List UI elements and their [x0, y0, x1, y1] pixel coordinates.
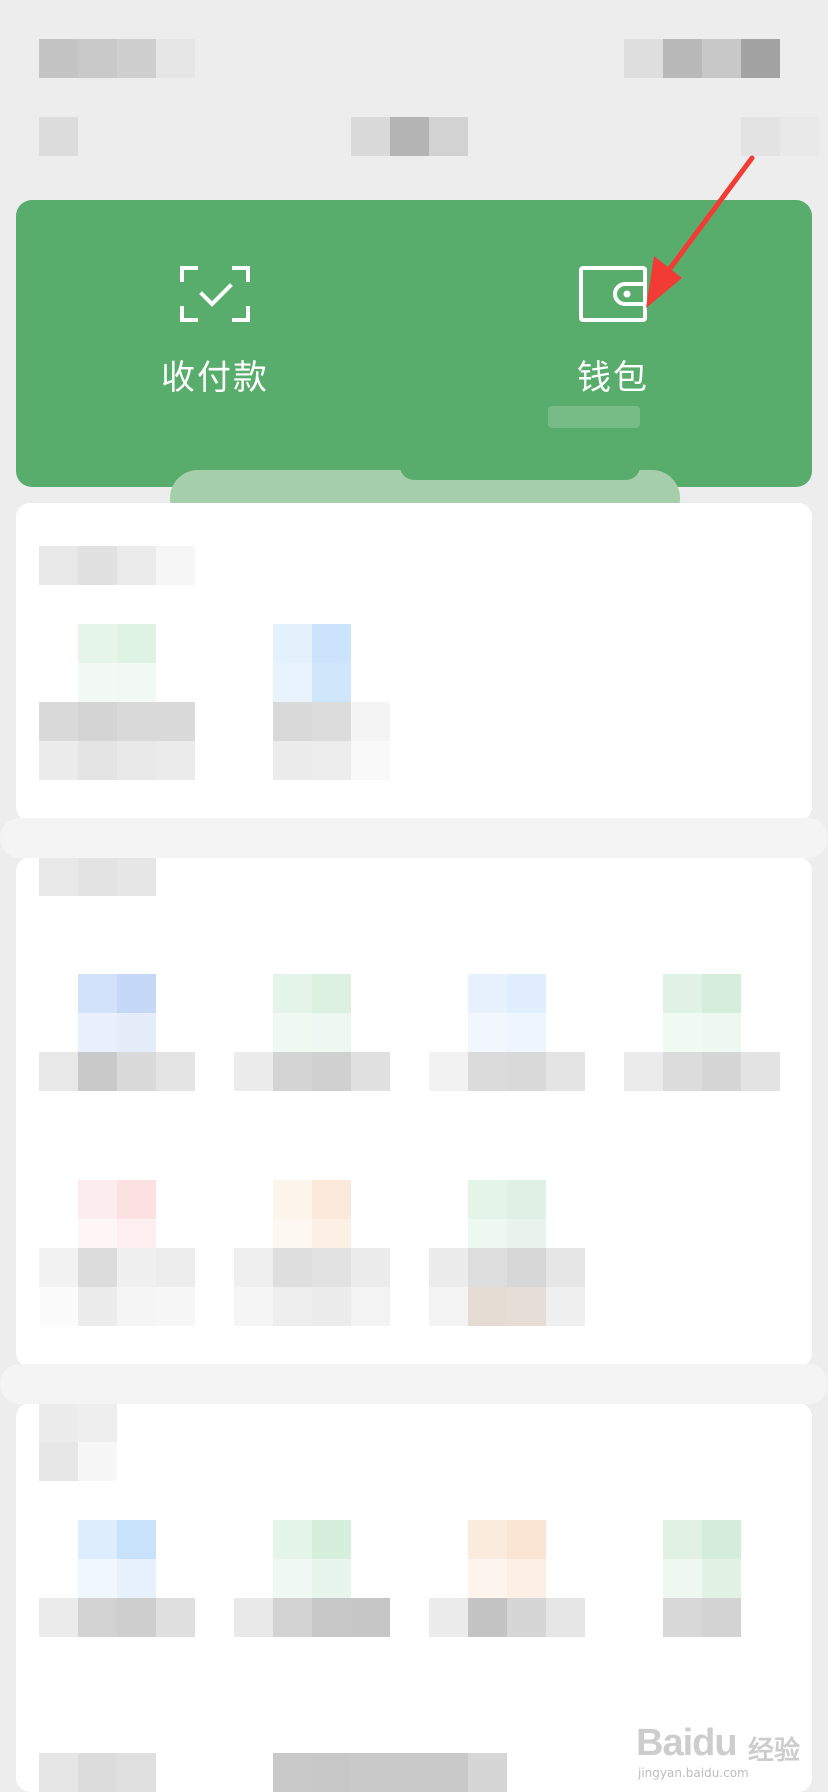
service-label-9-blurred — [429, 1248, 585, 1326]
service-label-5-blurred — [429, 1052, 585, 1130]
service-label-3-blurred — [39, 1052, 195, 1130]
service-label-2-blurred — [273, 702, 390, 780]
section-title-blurred — [39, 1403, 117, 1481]
wallet-label: 钱包 — [577, 358, 649, 398]
services-card-1 — [16, 503, 812, 821]
status-bar-indicators-blurred — [624, 39, 780, 78]
watermark-url: jingyan.baidu.com — [638, 1766, 749, 1780]
service-icon-5[interactable] — [468, 974, 546, 1052]
service-icon-12[interactable] — [468, 1520, 546, 1598]
wallet-balance-blurred — [548, 406, 640, 428]
service-label-4-blurred — [234, 1052, 390, 1130]
smear-2 — [0, 1364, 828, 1404]
service-icon-8[interactable] — [273, 1180, 351, 1258]
wallet-page-screen: 收付款 钱包 Baidu 经验 jingyan.baidu.com — [0, 0, 828, 1792]
status-bar-time-blurred — [39, 39, 195, 78]
service-icon-1[interactable] — [78, 624, 156, 702]
back-button-blurred[interactable] — [39, 117, 78, 156]
service-icon-2[interactable] — [273, 624, 351, 702]
baidu-watermark: Baidu 经验 jingyan.baidu.com — [630, 1700, 820, 1784]
section-title-blurred — [39, 857, 156, 896]
services-card-2 — [16, 857, 812, 1367]
service-icon-7[interactable] — [78, 1180, 156, 1258]
service-icon-4[interactable] — [273, 974, 351, 1052]
smear-1 — [0, 818, 828, 858]
watermark-brand-suffix: 经验 — [748, 1735, 801, 1765]
service-label-11-blurred — [234, 1598, 390, 1676]
pay-receive-label: 收付款 — [161, 358, 269, 398]
section-title-blurred — [39, 546, 195, 585]
pay-receive-button[interactable]: 收付款 — [16, 200, 414, 487]
service-icon-10[interactable] — [78, 1520, 156, 1598]
service-label-8-blurred — [234, 1248, 390, 1326]
scan-qr-icon — [180, 266, 250, 322]
service-icon-6[interactable] — [663, 974, 741, 1052]
service-label-7-blurred — [39, 1248, 195, 1326]
service-icon-3[interactable] — [78, 974, 156, 1052]
bottom-item-blurred — [39, 1753, 507, 1792]
service-label-10-blurred — [39, 1598, 195, 1676]
watermark-brand: Baidu — [636, 1722, 738, 1764]
service-label-12-blurred — [429, 1598, 585, 1676]
red-arrow-icon — [646, 155, 755, 308]
service-label-13-blurred — [663, 1598, 741, 1676]
service-icon-11[interactable] — [273, 1520, 351, 1598]
service-label-6-blurred — [624, 1052, 780, 1130]
page-title-blurred — [351, 117, 468, 156]
service-icon-9[interactable] — [468, 1180, 546, 1258]
service-label-1-blurred — [39, 702, 195, 780]
service-icon-13[interactable] — [663, 1520, 741, 1598]
panel-smudge-top — [400, 466, 640, 480]
